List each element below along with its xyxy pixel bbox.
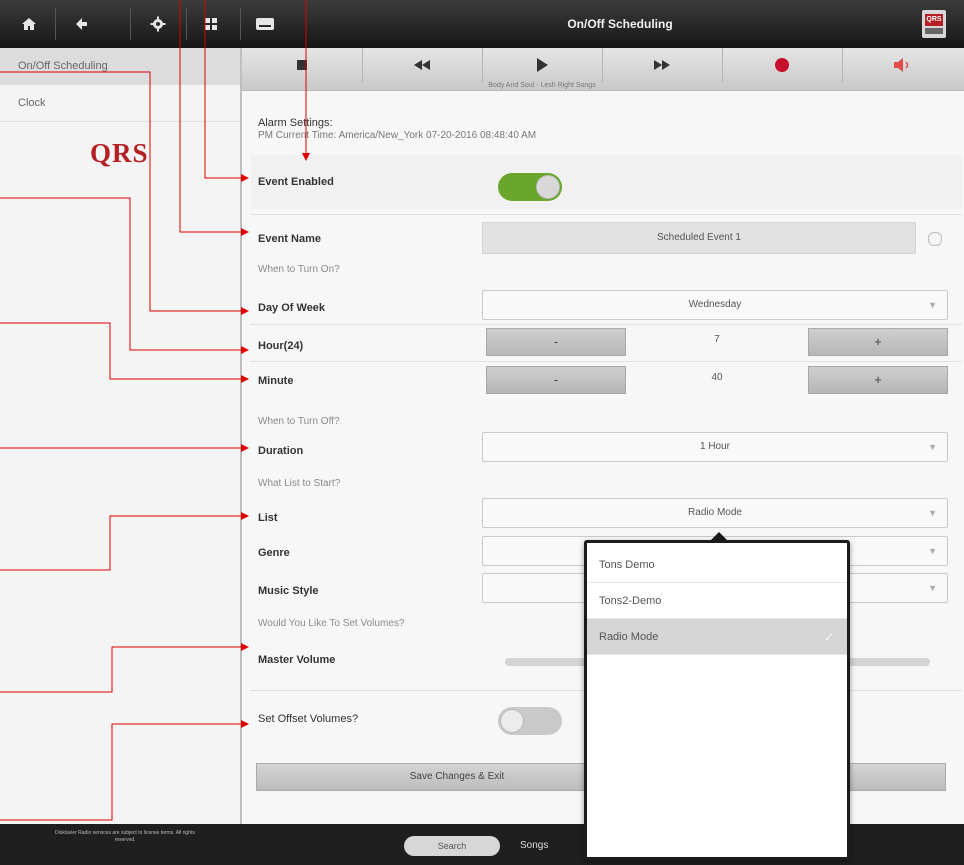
- offset-volumes-toggle[interactable]: [498, 707, 562, 735]
- app-title: On/Off Scheduling: [567, 17, 673, 31]
- divider: [55, 8, 56, 40]
- what-list-label: What List to Start?: [258, 478, 341, 489]
- divider: [186, 8, 187, 40]
- divider: [250, 361, 962, 362]
- stop-button[interactable]: [242, 48, 363, 82]
- now-playing-text: Body And Soul - Lesh Right Songs: [488, 82, 596, 89]
- gear-icon[interactable]: [143, 10, 173, 38]
- list-label: List: [258, 512, 278, 524]
- when-off-label: When to Turn Off?: [258, 416, 340, 427]
- volumes-question: Would You Like To Set Volumes?: [258, 618, 405, 629]
- option-label: Tons2-Demo: [599, 595, 662, 607]
- brand-badge-bar: [925, 28, 943, 34]
- rewind-button[interactable]: [362, 48, 483, 82]
- duration-select[interactable]: 1 Hour ▼: [482, 432, 948, 462]
- master-volume-label: Master Volume: [258, 654, 336, 666]
- event-name-label: Event Name: [258, 233, 321, 245]
- play-button[interactable]: [482, 48, 603, 82]
- minute-label: Minute: [258, 375, 294, 387]
- brand-badge-text: QRS: [925, 14, 943, 26]
- divider: [250, 324, 962, 325]
- volume-icon: [894, 58, 909, 72]
- hour-label: Hour(24): [258, 340, 304, 352]
- chevron-down-icon: ▼: [928, 300, 937, 310]
- fast-forward-button[interactable]: [602, 48, 723, 82]
- footer-note: Disklavier Radio services are subject to…: [55, 830, 195, 843]
- toggle-knob: [536, 175, 560, 199]
- event-name-input[interactable]: Scheduled Event 1: [482, 222, 916, 254]
- day-of-week-select[interactable]: Wednesday ▼: [482, 290, 948, 320]
- fast-forward-icon: [654, 60, 670, 70]
- event-enabled-label: Event Enabled: [258, 176, 334, 188]
- hour-decrement-button[interactable]: -: [486, 328, 626, 356]
- day-of-week-label: Day Of Week: [258, 302, 326, 314]
- chevron-down-icon: ▼: [928, 508, 937, 518]
- list-option-radio-mode[interactable]: Radio Mode ✓: [587, 619, 847, 655]
- option-label: Tons Demo: [599, 559, 655, 571]
- event-enabled-toggle[interactable]: [498, 173, 562, 201]
- event-enabled-row: [250, 155, 962, 209]
- checkmark-icon: ✓: [823, 629, 835, 645]
- stop-icon: [297, 60, 307, 70]
- option-label: Radio Mode: [599, 631, 659, 643]
- sidebar: On/Off Scheduling Clock QRS: [0, 48, 242, 824]
- duration-value: 1 Hour: [699, 441, 730, 452]
- minute-increment-button[interactable]: +: [808, 366, 948, 394]
- day-of-week-value: Wednesday: [688, 299, 742, 310]
- qrs-logo: QRS: [90, 138, 149, 168]
- clear-icon[interactable]: [928, 232, 942, 246]
- record-button[interactable]: [722, 48, 843, 82]
- songs-tab[interactable]: Songs: [520, 840, 548, 851]
- offset-volumes-label: Set Offset Volumes?: [258, 713, 359, 725]
- list-option-tons-demo[interactable]: Tons Demo: [587, 547, 847, 583]
- volume-button[interactable]: [842, 48, 962, 82]
- keyboard-icon[interactable]: [250, 10, 280, 38]
- music-style-label: Music Style: [258, 585, 319, 597]
- divider: [250, 214, 962, 215]
- hour-value: 7: [714, 334, 720, 345]
- list-option-tons2-demo[interactable]: Tons2-Demo: [587, 583, 847, 619]
- divider: [130, 8, 131, 40]
- record-icon: [775, 58, 789, 72]
- chevron-down-icon: ▼: [928, 583, 937, 593]
- rewind-icon: [414, 60, 430, 70]
- back-icon[interactable]: [66, 10, 96, 38]
- sidebar-item-clock[interactable]: Clock: [0, 85, 240, 122]
- search-button[interactable]: Search: [404, 836, 500, 856]
- play-icon: [537, 58, 548, 72]
- genre-label: Genre: [258, 547, 290, 559]
- alarm-heading: Alarm Settings:: [258, 117, 333, 129]
- alarm-current-time: PM Current Time: America/New_York 07-20-…: [258, 130, 537, 141]
- minute-value: 40: [711, 372, 723, 383]
- brand-badge-icon[interactable]: QRS: [922, 10, 946, 38]
- divider: [240, 8, 241, 40]
- home-icon[interactable]: [14, 10, 44, 38]
- when-on-label: When to Turn On?: [258, 264, 340, 275]
- list-value: Radio Mode: [688, 507, 742, 518]
- hour-increment-button[interactable]: +: [808, 328, 948, 356]
- list-dropdown-popup: Tons Demo Tons2-Demo Radio Mode ✓: [584, 540, 850, 860]
- sidebar-item-scheduling[interactable]: On/Off Scheduling: [0, 48, 240, 85]
- minute-decrement-button[interactable]: -: [486, 366, 626, 394]
- grid-icon[interactable]: [196, 10, 226, 38]
- list-select[interactable]: Radio Mode ▼: [482, 498, 948, 528]
- chevron-down-icon: ▼: [928, 546, 937, 556]
- toggle-knob: [500, 709, 524, 733]
- save-changes-label: Save Changes & Exit: [409, 771, 505, 782]
- duration-label: Duration: [258, 445, 304, 457]
- chevron-down-icon: ▼: [928, 442, 937, 452]
